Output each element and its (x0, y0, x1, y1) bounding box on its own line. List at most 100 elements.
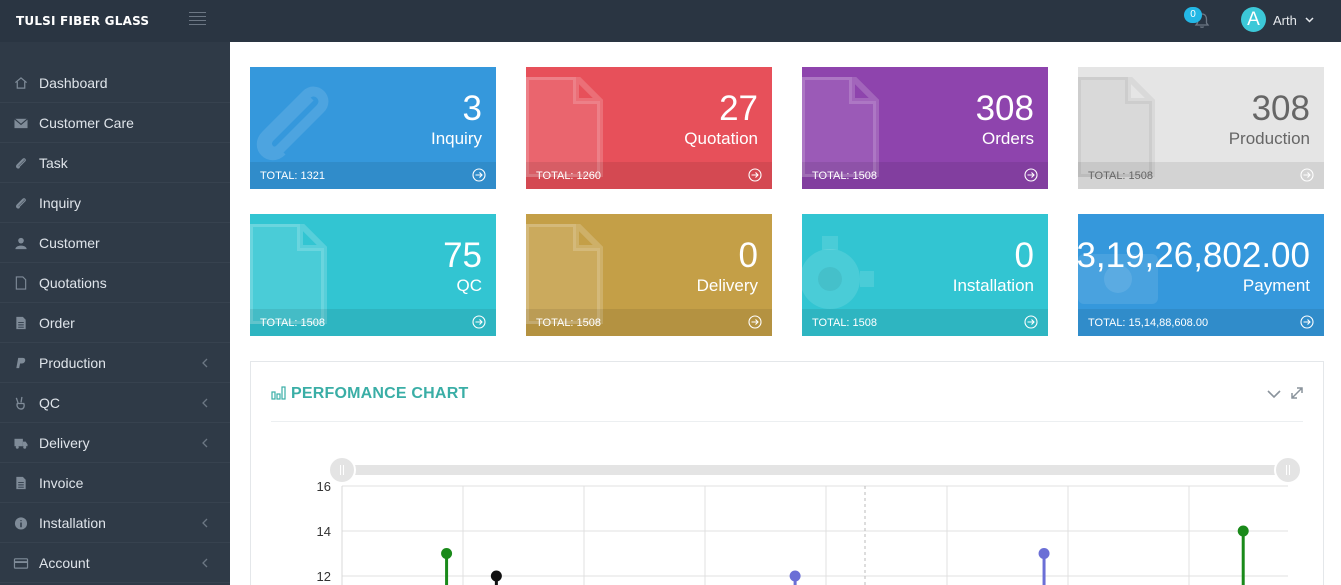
avatar[interactable]: A (1241, 7, 1266, 32)
stat-card-orders[interactable]: 308 Orders TOTAL: 1508 (802, 67, 1048, 189)
peace-hand-icon (15, 396, 25, 410)
main-content: PERFOMANCE CHART 16 14 12 3 Inquiry TOTAL: 1… (230, 42, 1341, 585)
arrow-circle-right-icon[interactable] (472, 315, 486, 329)
stat-label: Delivery (696, 276, 758, 295)
sidebar-item-order[interactable]: Order (0, 303, 230, 343)
sidebar-item-label: QC (39, 395, 60, 411)
sidebar-item-label: Quotations (39, 275, 107, 291)
sidebar-item-inquiry[interactable]: Inquiry (0, 183, 230, 223)
paperclip-icon (15, 198, 26, 209)
stat-card-inquiry[interactable]: 3 Inquiry TOTAL: 1321 (250, 67, 496, 189)
sidebar-item-label: Account (39, 555, 90, 571)
stat-value: 0 (738, 236, 758, 275)
sidebar-item-label: Customer Care (39, 115, 134, 131)
notification-badge[interactable]: 0 (1184, 7, 1202, 23)
sidebar-item-customer-care[interactable]: Customer Care (0, 103, 230, 143)
card-footer[interactable]: TOTAL: 1260 (526, 162, 772, 189)
stat-value: 75 (443, 236, 482, 275)
sidebar-item-label: Dashboard (39, 75, 108, 91)
sidebar-item-dashboard[interactable]: Dashboard (0, 63, 230, 103)
range-slider-left-handle[interactable] (328, 456, 356, 484)
arrow-circle-right-icon[interactable] (1300, 168, 1314, 182)
arrow-circle-right-icon[interactable] (1024, 168, 1038, 182)
sidebar-item-customer[interactable]: Customer (0, 223, 230, 263)
sidebar-item-label: Order (39, 315, 75, 331)
stat-total: TOTAL: 1508 (812, 317, 878, 329)
stat-card-delivery[interactable]: 0 Delivery TOTAL: 1508 (526, 214, 772, 336)
envelope-icon (14, 118, 28, 129)
arrow-circle-right-icon[interactable] (472, 168, 486, 182)
series-0-point (1237, 525, 1249, 537)
stat-card-qc[interactable]: 75 QC TOTAL: 1508 (250, 214, 496, 336)
stat-card-quotation[interactable]: 27 Quotation TOTAL: 1260 (526, 67, 772, 189)
card-footer[interactable]: TOTAL: 1508 (1078, 162, 1324, 189)
card-footer[interactable]: TOTAL: 1508 (250, 309, 496, 336)
credit-card-icon (13, 558, 29, 569)
sidebar-item-label: Inquiry (39, 195, 82, 211)
sidebar-item-account[interactable]: Account (0, 543, 230, 583)
range-slider-track (342, 465, 1288, 475)
chevron-down-icon[interactable] (1305, 15, 1314, 24)
sidebar-item-label: Invoice (39, 475, 84, 491)
stat-total: TOTAL: 1508 (536, 317, 602, 329)
sidebar-item-production[interactable]: Production (0, 343, 230, 383)
stat-total: TOTAL: 1321 (260, 170, 326, 182)
stat-label: Installation (952, 276, 1034, 295)
card-footer[interactable]: TOTAL: 1508 (526, 309, 772, 336)
stat-total: TOTAL: 1260 (536, 170, 602, 182)
stat-total: TOTAL: 1508 (1088, 170, 1154, 182)
chevron-left-icon (202, 558, 208, 568)
y-tick-label: 14 (317, 524, 331, 539)
stat-total: TOTAL: 1508 (260, 317, 326, 329)
stat-value: 3 (462, 89, 482, 128)
sidebar-item-label: Delivery (39, 435, 90, 451)
range-slider-right-handle[interactable] (1274, 456, 1302, 484)
sidebar-item-label: Task (39, 155, 68, 171)
sidebar-item-task[interactable]: Task (0, 143, 230, 183)
sidebar-item-label: Production (39, 355, 106, 371)
stat-total: TOTAL: 1508 (812, 170, 878, 182)
user-menu-name[interactable]: Arth (1273, 13, 1297, 28)
chevron-left-icon (202, 358, 208, 368)
sidebar-item-qc[interactable]: QC (0, 383, 230, 423)
arrow-circle-right-icon[interactable] (748, 168, 762, 182)
stat-value: 308 (1251, 89, 1310, 128)
sidebar-item-invoice[interactable]: Invoice (0, 463, 230, 503)
stat-card-production[interactable]: 308 Production TOTAL: 1508 (1078, 67, 1324, 189)
file-text-icon (16, 476, 26, 490)
stat-label: Production (1228, 129, 1310, 148)
brand-logo[interactable]: TULSI FIBER GLASS (16, 14, 149, 28)
series-2-point (789, 570, 801, 582)
card-footer[interactable]: TOTAL: 1508 (802, 162, 1048, 189)
stat-value: 308 (975, 89, 1034, 128)
stat-value: 27 (719, 89, 758, 128)
series-0-point (441, 548, 453, 559)
arrow-circle-right-icon[interactable] (748, 315, 762, 329)
stat-label: Inquiry (430, 129, 482, 148)
user-icon (15, 237, 27, 250)
arrow-circle-right-icon[interactable] (1300, 315, 1314, 329)
stat-label: QC (456, 276, 483, 295)
series-1-point (490, 570, 502, 582)
sidebar-item-installation[interactable]: Installation (0, 503, 230, 543)
sidebar-item-label: Customer (39, 235, 100, 251)
file-text-icon (16, 316, 26, 330)
chevron-left-icon (202, 398, 208, 408)
sidebar-item-quotations[interactable]: Quotations (0, 263, 230, 303)
performance-chart-panel: PERFOMANCE CHART 16 14 12 (250, 361, 1324, 585)
stat-total: TOTAL: 15,14,88,608.00 (1088, 317, 1209, 329)
card-footer[interactable]: TOTAL: 1321 (250, 162, 496, 189)
hamburger-menu-icon[interactable] (189, 12, 206, 26)
arrow-circle-right-icon[interactable] (1024, 315, 1038, 329)
stat-card-payment[interactable]: 3,19,26,802.00 Payment TOTAL: 15,14,88,608… (1078, 214, 1324, 336)
paypal-icon (16, 357, 26, 369)
chevron-left-icon (202, 518, 208, 528)
stat-value: 0 (1014, 236, 1034, 275)
stat-card-installation[interactable]: 0 Installation TOTAL: 1508 (802, 214, 1048, 336)
sidebar-item-delivery[interactable]: Delivery (0, 423, 230, 463)
stat-label: Quotation (684, 129, 758, 148)
card-footer[interactable]: TOTAL: 15,14,88,608.00 (1078, 309, 1324, 336)
card-footer[interactable]: TOTAL: 1508 (802, 309, 1048, 336)
sidebar: Dashboard Customer Care Task Inquiry Custome… (0, 42, 230, 585)
truck-icon (14, 438, 28, 449)
